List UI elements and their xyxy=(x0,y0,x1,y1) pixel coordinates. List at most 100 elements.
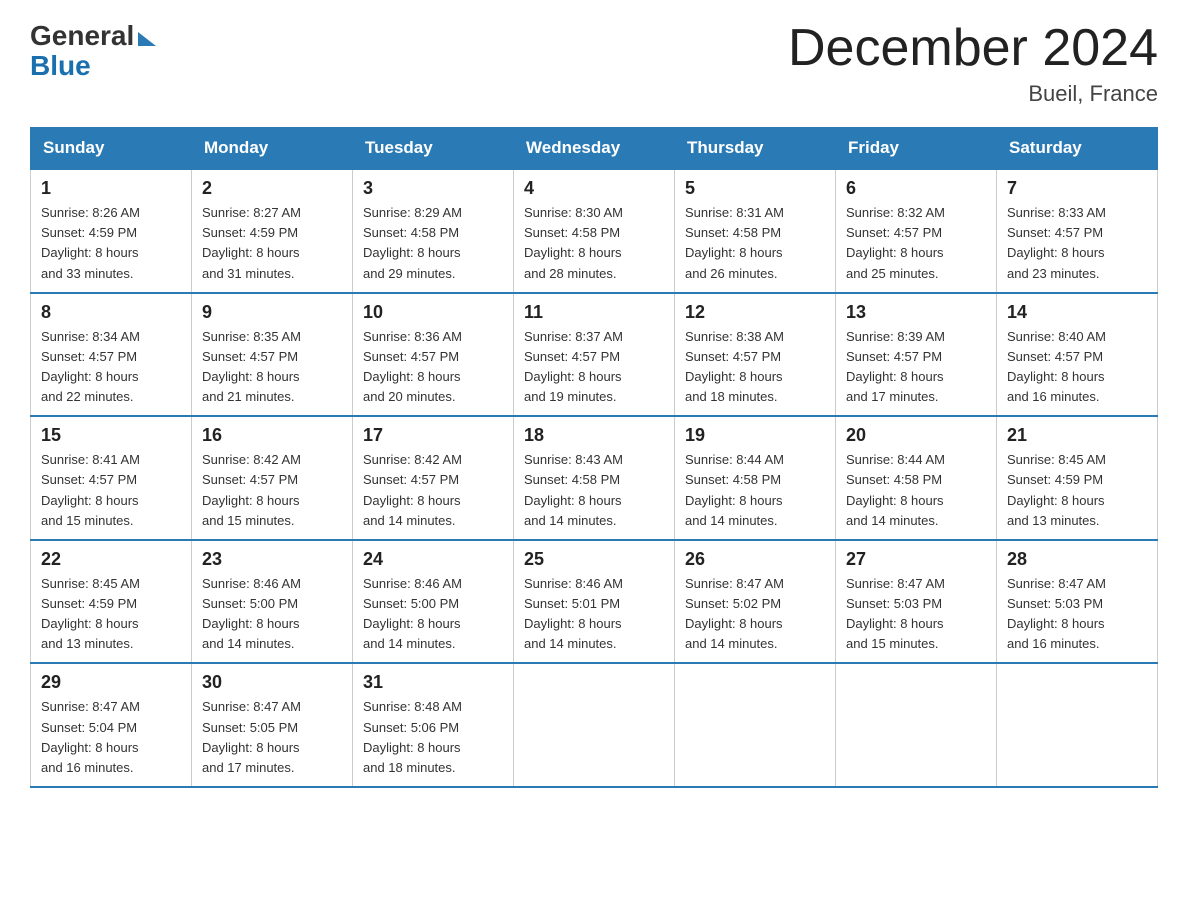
day-number: 6 xyxy=(846,178,986,199)
day-number: 7 xyxy=(1007,178,1147,199)
col-wednesday: Wednesday xyxy=(514,128,675,170)
calendar-day: 25 Sunrise: 8:46 AMSunset: 5:01 PMDaylig… xyxy=(514,540,675,664)
day-info: Sunrise: 8:43 AMSunset: 4:58 PMDaylight:… xyxy=(524,452,623,527)
month-title: December 2024 xyxy=(788,20,1158,77)
calendar-week-4: 22 Sunrise: 8:45 AMSunset: 4:59 PMDaylig… xyxy=(31,540,1158,664)
calendar-day: 8 Sunrise: 8:34 AMSunset: 4:57 PMDayligh… xyxy=(31,293,192,417)
day-info: Sunrise: 8:47 AMSunset: 5:04 PMDaylight:… xyxy=(41,699,140,774)
calendar-day: 19 Sunrise: 8:44 AMSunset: 4:58 PMDaylig… xyxy=(675,416,836,540)
day-number: 25 xyxy=(524,549,664,570)
calendar-day: 31 Sunrise: 8:48 AMSunset: 5:06 PMDaylig… xyxy=(353,663,514,787)
day-number: 4 xyxy=(524,178,664,199)
day-info: Sunrise: 8:45 AMSunset: 4:59 PMDaylight:… xyxy=(41,576,140,651)
day-info: Sunrise: 8:48 AMSunset: 5:06 PMDaylight:… xyxy=(363,699,462,774)
calendar-day: 18 Sunrise: 8:43 AMSunset: 4:58 PMDaylig… xyxy=(514,416,675,540)
calendar-day: 11 Sunrise: 8:37 AMSunset: 4:57 PMDaylig… xyxy=(514,293,675,417)
day-info: Sunrise: 8:29 AMSunset: 4:58 PMDaylight:… xyxy=(363,205,462,280)
day-number: 22 xyxy=(41,549,181,570)
day-number: 17 xyxy=(363,425,503,446)
calendar-table: Sunday Monday Tuesday Wednesday Thursday… xyxy=(30,127,1158,788)
col-thursday: Thursday xyxy=(675,128,836,170)
day-number: 20 xyxy=(846,425,986,446)
day-number: 9 xyxy=(202,302,342,323)
calendar-day xyxy=(997,663,1158,787)
calendar-day: 14 Sunrise: 8:40 AMSunset: 4:57 PMDaylig… xyxy=(997,293,1158,417)
calendar-day xyxy=(836,663,997,787)
calendar-week-3: 15 Sunrise: 8:41 AMSunset: 4:57 PMDaylig… xyxy=(31,416,1158,540)
day-info: Sunrise: 8:39 AMSunset: 4:57 PMDaylight:… xyxy=(846,329,945,404)
logo-blue-text: Blue xyxy=(30,50,91,82)
day-number: 23 xyxy=(202,549,342,570)
day-number: 29 xyxy=(41,672,181,693)
day-number: 30 xyxy=(202,672,342,693)
day-info: Sunrise: 8:27 AMSunset: 4:59 PMDaylight:… xyxy=(202,205,301,280)
day-info: Sunrise: 8:42 AMSunset: 4:57 PMDaylight:… xyxy=(202,452,301,527)
day-number: 19 xyxy=(685,425,825,446)
day-number: 5 xyxy=(685,178,825,199)
calendar-day: 30 Sunrise: 8:47 AMSunset: 5:05 PMDaylig… xyxy=(192,663,353,787)
logo-arrow-icon xyxy=(138,32,156,46)
day-info: Sunrise: 8:45 AMSunset: 4:59 PMDaylight:… xyxy=(1007,452,1106,527)
day-info: Sunrise: 8:32 AMSunset: 4:57 PMDaylight:… xyxy=(846,205,945,280)
calendar-day: 12 Sunrise: 8:38 AMSunset: 4:57 PMDaylig… xyxy=(675,293,836,417)
calendar-day: 29 Sunrise: 8:47 AMSunset: 5:04 PMDaylig… xyxy=(31,663,192,787)
calendar-day: 16 Sunrise: 8:42 AMSunset: 4:57 PMDaylig… xyxy=(192,416,353,540)
day-info: Sunrise: 8:35 AMSunset: 4:57 PMDaylight:… xyxy=(202,329,301,404)
calendar-day: 10 Sunrise: 8:36 AMSunset: 4:57 PMDaylig… xyxy=(353,293,514,417)
day-info: Sunrise: 8:41 AMSunset: 4:57 PMDaylight:… xyxy=(41,452,140,527)
calendar-day: 27 Sunrise: 8:47 AMSunset: 5:03 PMDaylig… xyxy=(836,540,997,664)
page-header: General Blue December 2024 Bueil, France xyxy=(30,20,1158,107)
day-info: Sunrise: 8:47 AMSunset: 5:02 PMDaylight:… xyxy=(685,576,784,651)
calendar-day: 28 Sunrise: 8:47 AMSunset: 5:03 PMDaylig… xyxy=(997,540,1158,664)
day-number: 2 xyxy=(202,178,342,199)
calendar-day: 22 Sunrise: 8:45 AMSunset: 4:59 PMDaylig… xyxy=(31,540,192,664)
title-area: December 2024 Bueil, France xyxy=(788,20,1158,107)
col-saturday: Saturday xyxy=(997,128,1158,170)
day-info: Sunrise: 8:46 AMSunset: 5:00 PMDaylight:… xyxy=(202,576,301,651)
day-info: Sunrise: 8:47 AMSunset: 5:05 PMDaylight:… xyxy=(202,699,301,774)
day-info: Sunrise: 8:46 AMSunset: 5:01 PMDaylight:… xyxy=(524,576,623,651)
day-number: 27 xyxy=(846,549,986,570)
day-number: 8 xyxy=(41,302,181,323)
col-tuesday: Tuesday xyxy=(353,128,514,170)
day-info: Sunrise: 8:31 AMSunset: 4:58 PMDaylight:… xyxy=(685,205,784,280)
calendar-day: 20 Sunrise: 8:44 AMSunset: 4:58 PMDaylig… xyxy=(836,416,997,540)
day-info: Sunrise: 8:36 AMSunset: 4:57 PMDaylight:… xyxy=(363,329,462,404)
day-info: Sunrise: 8:30 AMSunset: 4:58 PMDaylight:… xyxy=(524,205,623,280)
day-info: Sunrise: 8:33 AMSunset: 4:57 PMDaylight:… xyxy=(1007,205,1106,280)
calendar-day: 24 Sunrise: 8:46 AMSunset: 5:00 PMDaylig… xyxy=(353,540,514,664)
calendar-day: 2 Sunrise: 8:27 AMSunset: 4:59 PMDayligh… xyxy=(192,169,353,293)
calendar-day: 15 Sunrise: 8:41 AMSunset: 4:57 PMDaylig… xyxy=(31,416,192,540)
calendar-day: 5 Sunrise: 8:31 AMSunset: 4:58 PMDayligh… xyxy=(675,169,836,293)
calendar-day: 9 Sunrise: 8:35 AMSunset: 4:57 PMDayligh… xyxy=(192,293,353,417)
day-number: 10 xyxy=(363,302,503,323)
day-info: Sunrise: 8:42 AMSunset: 4:57 PMDaylight:… xyxy=(363,452,462,527)
day-info: Sunrise: 8:34 AMSunset: 4:57 PMDaylight:… xyxy=(41,329,140,404)
calendar-week-2: 8 Sunrise: 8:34 AMSunset: 4:57 PMDayligh… xyxy=(31,293,1158,417)
day-info: Sunrise: 8:47 AMSunset: 5:03 PMDaylight:… xyxy=(846,576,945,651)
calendar-day: 4 Sunrise: 8:30 AMSunset: 4:58 PMDayligh… xyxy=(514,169,675,293)
day-info: Sunrise: 8:38 AMSunset: 4:57 PMDaylight:… xyxy=(685,329,784,404)
calendar-day: 7 Sunrise: 8:33 AMSunset: 4:57 PMDayligh… xyxy=(997,169,1158,293)
calendar-day: 3 Sunrise: 8:29 AMSunset: 4:58 PMDayligh… xyxy=(353,169,514,293)
calendar-day: 17 Sunrise: 8:42 AMSunset: 4:57 PMDaylig… xyxy=(353,416,514,540)
day-number: 31 xyxy=(363,672,503,693)
day-number: 14 xyxy=(1007,302,1147,323)
day-number: 15 xyxy=(41,425,181,446)
day-number: 28 xyxy=(1007,549,1147,570)
logo: General Blue xyxy=(30,20,156,82)
day-info: Sunrise: 8:44 AMSunset: 4:58 PMDaylight:… xyxy=(685,452,784,527)
day-info: Sunrise: 8:37 AMSunset: 4:57 PMDaylight:… xyxy=(524,329,623,404)
day-number: 16 xyxy=(202,425,342,446)
day-info: Sunrise: 8:26 AMSunset: 4:59 PMDaylight:… xyxy=(41,205,140,280)
calendar-day: 21 Sunrise: 8:45 AMSunset: 4:59 PMDaylig… xyxy=(997,416,1158,540)
location-text: Bueil, France xyxy=(788,81,1158,107)
day-number: 26 xyxy=(685,549,825,570)
day-number: 21 xyxy=(1007,425,1147,446)
day-info: Sunrise: 8:40 AMSunset: 4:57 PMDaylight:… xyxy=(1007,329,1106,404)
col-sunday: Sunday xyxy=(31,128,192,170)
day-number: 18 xyxy=(524,425,664,446)
day-number: 11 xyxy=(524,302,664,323)
day-info: Sunrise: 8:47 AMSunset: 5:03 PMDaylight:… xyxy=(1007,576,1106,651)
calendar-day: 1 Sunrise: 8:26 AMSunset: 4:59 PMDayligh… xyxy=(31,169,192,293)
